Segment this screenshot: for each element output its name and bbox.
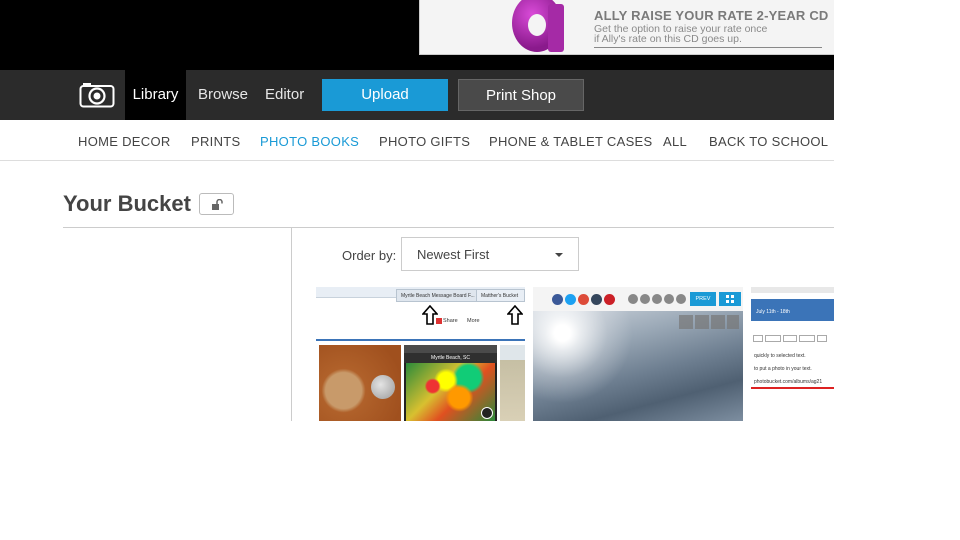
- editor-text: photobucket.com/albums/ag21: [754, 379, 823, 385]
- more-label: More: [467, 318, 480, 324]
- editor-text: quickly to selected text.: [754, 353, 806, 359]
- nav-library[interactable]: Library: [125, 70, 186, 120]
- divider: [63, 227, 834, 228]
- delete-icon: [676, 294, 686, 304]
- email-icon: [652, 294, 662, 304]
- view-icon: [695, 315, 709, 329]
- ally-logo-icon: [508, 0, 570, 55]
- editor-text: to put a photo in your text.: [754, 366, 812, 372]
- fossil-photo: [319, 345, 401, 421]
- photo-overlay-actions: [679, 315, 739, 329]
- main-nav: Library Browse Editor Upload Print Shop: [0, 70, 834, 120]
- photo-thumbnail[interactable]: PREV: [533, 287, 743, 421]
- browser-viewport: ALLY RAISE YOUR RATE 2-YEAR CD Get the o…: [0, 0, 834, 421]
- order-by-label: Order by:: [342, 248, 397, 263]
- twitter-icon: [565, 294, 576, 305]
- download-icon: [664, 294, 674, 304]
- sidebar-divider: [291, 228, 292, 421]
- date-range: July 11th - 18th: [756, 309, 790, 315]
- beach-photo: [500, 345, 525, 421]
- facebook-icon: [552, 294, 563, 305]
- cat-photo-books[interactable]: PHOTO BOOKS: [260, 120, 359, 160]
- embed-icon: [640, 294, 650, 304]
- ad-headline: ALLY RAISE YOUR RATE 2-YEAR CD: [594, 8, 829, 23]
- photo-thumbnail[interactable]: July 11th - 18th quickly to selected tex…: [751, 287, 834, 421]
- editor-toolbar: [753, 335, 831, 343]
- cat-photo-gifts[interactable]: PHOTO GIFTS: [379, 120, 470, 160]
- browser-tab: Myrtle Beach Message Board F...: [396, 289, 486, 302]
- cat-prints[interactable]: PRINTS: [191, 120, 240, 160]
- ad-line-2: if Ally's rate on this CD goes up.: [594, 33, 742, 45]
- phone-title: Myrtle Beach, SC: [404, 353, 497, 363]
- ally-banner-ad[interactable]: ALLY RAISE YOUR RATE 2-YEAR CD Get the o…: [419, 0, 834, 55]
- order-by-select[interactable]: Newest First: [401, 237, 579, 271]
- cat-back-to-school[interactable]: BACK TO SCHOOL: [709, 120, 828, 160]
- nav-browse[interactable]: Browse: [198, 70, 248, 120]
- photobucket-camera-icon[interactable]: [79, 82, 115, 108]
- category-bar: HOME DECOR PRINTS PHOTO BOOKS PHOTO GIFT…: [0, 120, 834, 161]
- star-icon: [679, 315, 693, 329]
- more-icon: [727, 315, 739, 329]
- tumblr-icon: [591, 294, 602, 305]
- chevron-down-icon: [555, 253, 563, 257]
- nav-editor[interactable]: Editor: [265, 70, 304, 120]
- grid-icon[interactable]: [719, 292, 741, 306]
- weather-radar-photo: Myrtle Beach, SC: [404, 345, 497, 421]
- pinterest-icon: [604, 294, 615, 305]
- unlock-icon: [211, 198, 224, 216]
- link-icon: [628, 294, 638, 304]
- page-title: Your Bucket: [63, 191, 191, 216]
- photo-thumbnail[interactable]: Myrtle Beach Message Board F... Matther'…: [316, 287, 525, 421]
- privacy-toggle-button[interactable]: [199, 193, 234, 215]
- cat-all[interactable]: ALL: [663, 120, 687, 160]
- edit-icon: [711, 315, 725, 329]
- upload-button[interactable]: Upload: [322, 79, 448, 111]
- browser-tab: Matther's Bucket: [476, 289, 525, 302]
- top-ad-strip: ALLY RAISE YOUR RATE 2-YEAR CD Get the o…: [0, 0, 834, 70]
- prev-button[interactable]: PREV: [690, 292, 716, 306]
- up-arrow-icon: [507, 305, 523, 325]
- print-shop-button[interactable]: Print Shop: [458, 79, 584, 111]
- order-by-value: Newest First: [417, 247, 490, 262]
- cat-home-decor[interactable]: HOME DECOR: [78, 120, 171, 160]
- google-plus-icon: [578, 294, 589, 305]
- cat-phone-tablet-cases[interactable]: PHONE & TABLET CASES: [489, 120, 653, 160]
- share-label: Share: [443, 318, 458, 324]
